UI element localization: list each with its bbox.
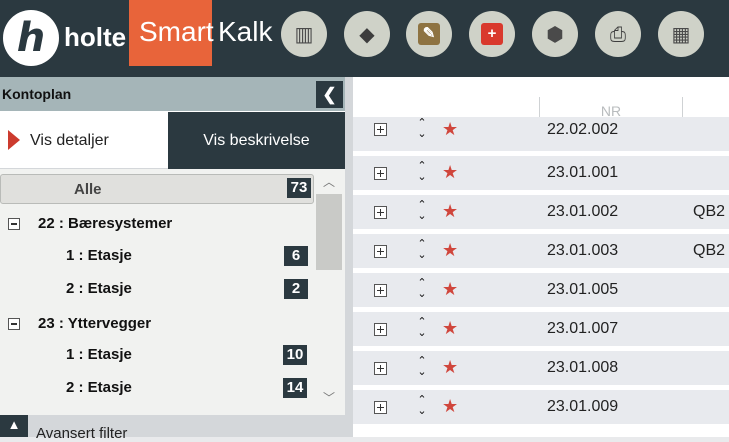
tab-vis-beskrivelse-label: Vis beskrivelse [203, 132, 310, 149]
expand-row-icon[interactable] [374, 401, 387, 414]
row-nr: 23.01.009 [547, 398, 619, 415]
table-row[interactable]: ⌃ ⌄ ★ 23.01.009 [353, 390, 729, 429]
expand-row-icon[interactable] [374, 167, 387, 180]
tab-vis-detaljer-label: Vis detaljer [30, 132, 109, 149]
row-nr: 23.01.001 [547, 164, 619, 181]
expand-row-icon[interactable] [374, 284, 387, 297]
edit-button[interactable]: ✎ [406, 11, 452, 57]
calendar-icon: ▦ [671, 22, 691, 46]
tab-vis-beskrivelse[interactable]: Vis beskrivelse [168, 112, 345, 169]
education-button[interactable]: ◆ [344, 11, 390, 57]
tree-group-22[interactable]: 22 : Bæresystemer [38, 215, 172, 232]
edit-pencil-icon: ✎ [418, 23, 440, 45]
scroll-down-icon[interactable]: ﹀ [316, 391, 342, 405]
account-tree: Alle 73 22 : Bæresystemer 1 : Etasje 6 2… [0, 169, 345, 417]
add-button[interactable]: + [469, 11, 515, 57]
table-row[interactable]: ⌃ ⌄ ★ 23.01.002 QB2 [353, 195, 729, 234]
count-badge: 10 [283, 345, 307, 365]
tree-item-label: Alle [74, 181, 102, 198]
table-row[interactable]: ⌃ ⌄ ★ 23.01.001 [353, 156, 729, 195]
table-row[interactable]: ⌃ ⌄ ★ 22.02.002 [353, 117, 729, 156]
sort-handle-icon[interactable]: ⌃ ⌄ [415, 355, 429, 381]
row-nr: 23.01.008 [547, 359, 619, 376]
expand-row-icon[interactable] [374, 245, 387, 258]
table-row[interactable]: ⌃ ⌄ ★ 23.01.008 [353, 351, 729, 390]
collapse-node-icon[interactable] [8, 218, 20, 230]
table-row[interactable]: ⌃ ⌄ ★ 23.01.005 [353, 273, 729, 312]
count-badge: 6 [284, 246, 308, 266]
favorite-star-icon[interactable]: ★ [442, 279, 458, 300]
product-name-smart: Smart [139, 16, 214, 47]
tree-group-23[interactable]: 23 : Yttervegger [38, 315, 151, 332]
sort-handle-icon[interactable]: ⌃ ⌄ [415, 160, 429, 186]
sort-handle-icon[interactable]: ⌃ ⌄ [415, 394, 429, 420]
advanced-filter-bar[interactable]: ▲ Avansert filter [0, 415, 345, 442]
scroll-up-icon[interactable]: ︿ [316, 175, 342, 189]
sort-handle-icon[interactable]: ⌃ ⌄ [415, 238, 429, 264]
tree-item-alle[interactable]: Alle 73 [0, 174, 314, 204]
favorite-star-icon[interactable]: ★ [442, 357, 458, 378]
row-code: QB2 [693, 242, 726, 259]
collapse-panel-button[interactable]: ❮ [316, 81, 343, 108]
row-code: QB2 [693, 203, 726, 220]
collapse-node-icon[interactable] [8, 318, 20, 330]
chevron-up-icon: ▲ [7, 417, 21, 432]
favorite-star-icon[interactable]: ★ [442, 240, 458, 261]
holte-logo-icon: h [3, 10, 59, 66]
sort-handle-icon[interactable]: ⌃ ⌄ [415, 199, 429, 225]
print-button[interactable]: ⎙ [595, 11, 641, 57]
expand-row-icon[interactable] [374, 123, 387, 136]
top-bar: h holte Smart Kalk ▥ ◆ ✎ + ⬢ ⎙ ▦ [0, 0, 729, 77]
product-name-kalk: Kalk [218, 16, 273, 47]
tree-item-22-1[interactable]: 1 : Etasje [66, 247, 132, 264]
sort-handle-icon[interactable]: ⌃ ⌄ [415, 277, 429, 303]
calendar-button[interactable]: ▦ [658, 11, 704, 57]
favorite-star-icon[interactable]: ★ [442, 119, 458, 140]
tree-item-23-2[interactable]: 2 : Etasje [66, 379, 132, 396]
expand-row-icon[interactable] [374, 323, 387, 336]
row-nr: 22.02.002 [547, 121, 619, 138]
cubes-icon: ⬢ [546, 22, 564, 46]
tree-item-22-2[interactable]: 2 : Etasje [66, 280, 132, 297]
favorite-star-icon[interactable]: ★ [442, 318, 458, 339]
tree-item-23-1[interactable]: 1 : Etasje [66, 346, 132, 363]
row-nr: 23.01.003 [547, 242, 619, 259]
scrollbar-thumb[interactable] [316, 194, 342, 270]
kontoplan-panel: Kontoplan ❮ Vis detaljer Vis beskrivelse… [0, 77, 353, 442]
row-nr: 23.01.007 [547, 320, 619, 337]
items-grid: NR ⌃ ⌄ ★ 22.02.002 ⌃ ⌄ ★ 23.01.001 ⌃ ⌄ ★ 23… [353, 77, 729, 437]
sort-handle-icon[interactable]: ⌃ ⌄ [415, 117, 429, 143]
triangle-right-icon [8, 130, 20, 150]
library-button[interactable]: ▥ [281, 11, 327, 57]
count-badge: 2 [284, 279, 308, 299]
favorite-star-icon[interactable]: ★ [442, 201, 458, 222]
add-plus-icon: + [481, 23, 503, 45]
expand-row-icon[interactable] [374, 362, 387, 375]
chevron-left-icon: ❮ [322, 85, 337, 104]
row-nr: 23.01.005 [547, 281, 619, 298]
printer-icon: ⎙ [610, 22, 626, 46]
panel-header: Kontoplan ❮ [0, 77, 345, 111]
graduation-cap-icon: ◆ [359, 22, 375, 46]
components-button[interactable]: ⬢ [532, 11, 578, 57]
panel-title: Kontoplan [2, 86, 72, 102]
sort-handle-icon[interactable]: ⌃ ⌄ [415, 316, 429, 342]
tab-vis-detaljer[interactable]: Vis detaljer [0, 112, 168, 169]
favorite-star-icon[interactable]: ★ [442, 396, 458, 417]
table-row[interactable]: ⌃ ⌄ ★ 23.01.003 QB2 [353, 234, 729, 273]
advanced-filter-label: Avansert filter [36, 425, 128, 442]
expand-filter-button[interactable]: ▲ [0, 415, 28, 437]
table-row[interactable]: ⌃ ⌄ ★ 23.01.007 [353, 312, 729, 351]
count-badge: 73 [287, 178, 311, 198]
company-name: holte [64, 22, 127, 52]
count-badge: 14 [283, 378, 307, 398]
expand-row-icon[interactable] [374, 206, 387, 219]
row-nr: 23.01.002 [547, 203, 619, 220]
library-books-icon: ▥ [294, 22, 314, 46]
favorite-star-icon[interactable]: ★ [442, 162, 458, 183]
